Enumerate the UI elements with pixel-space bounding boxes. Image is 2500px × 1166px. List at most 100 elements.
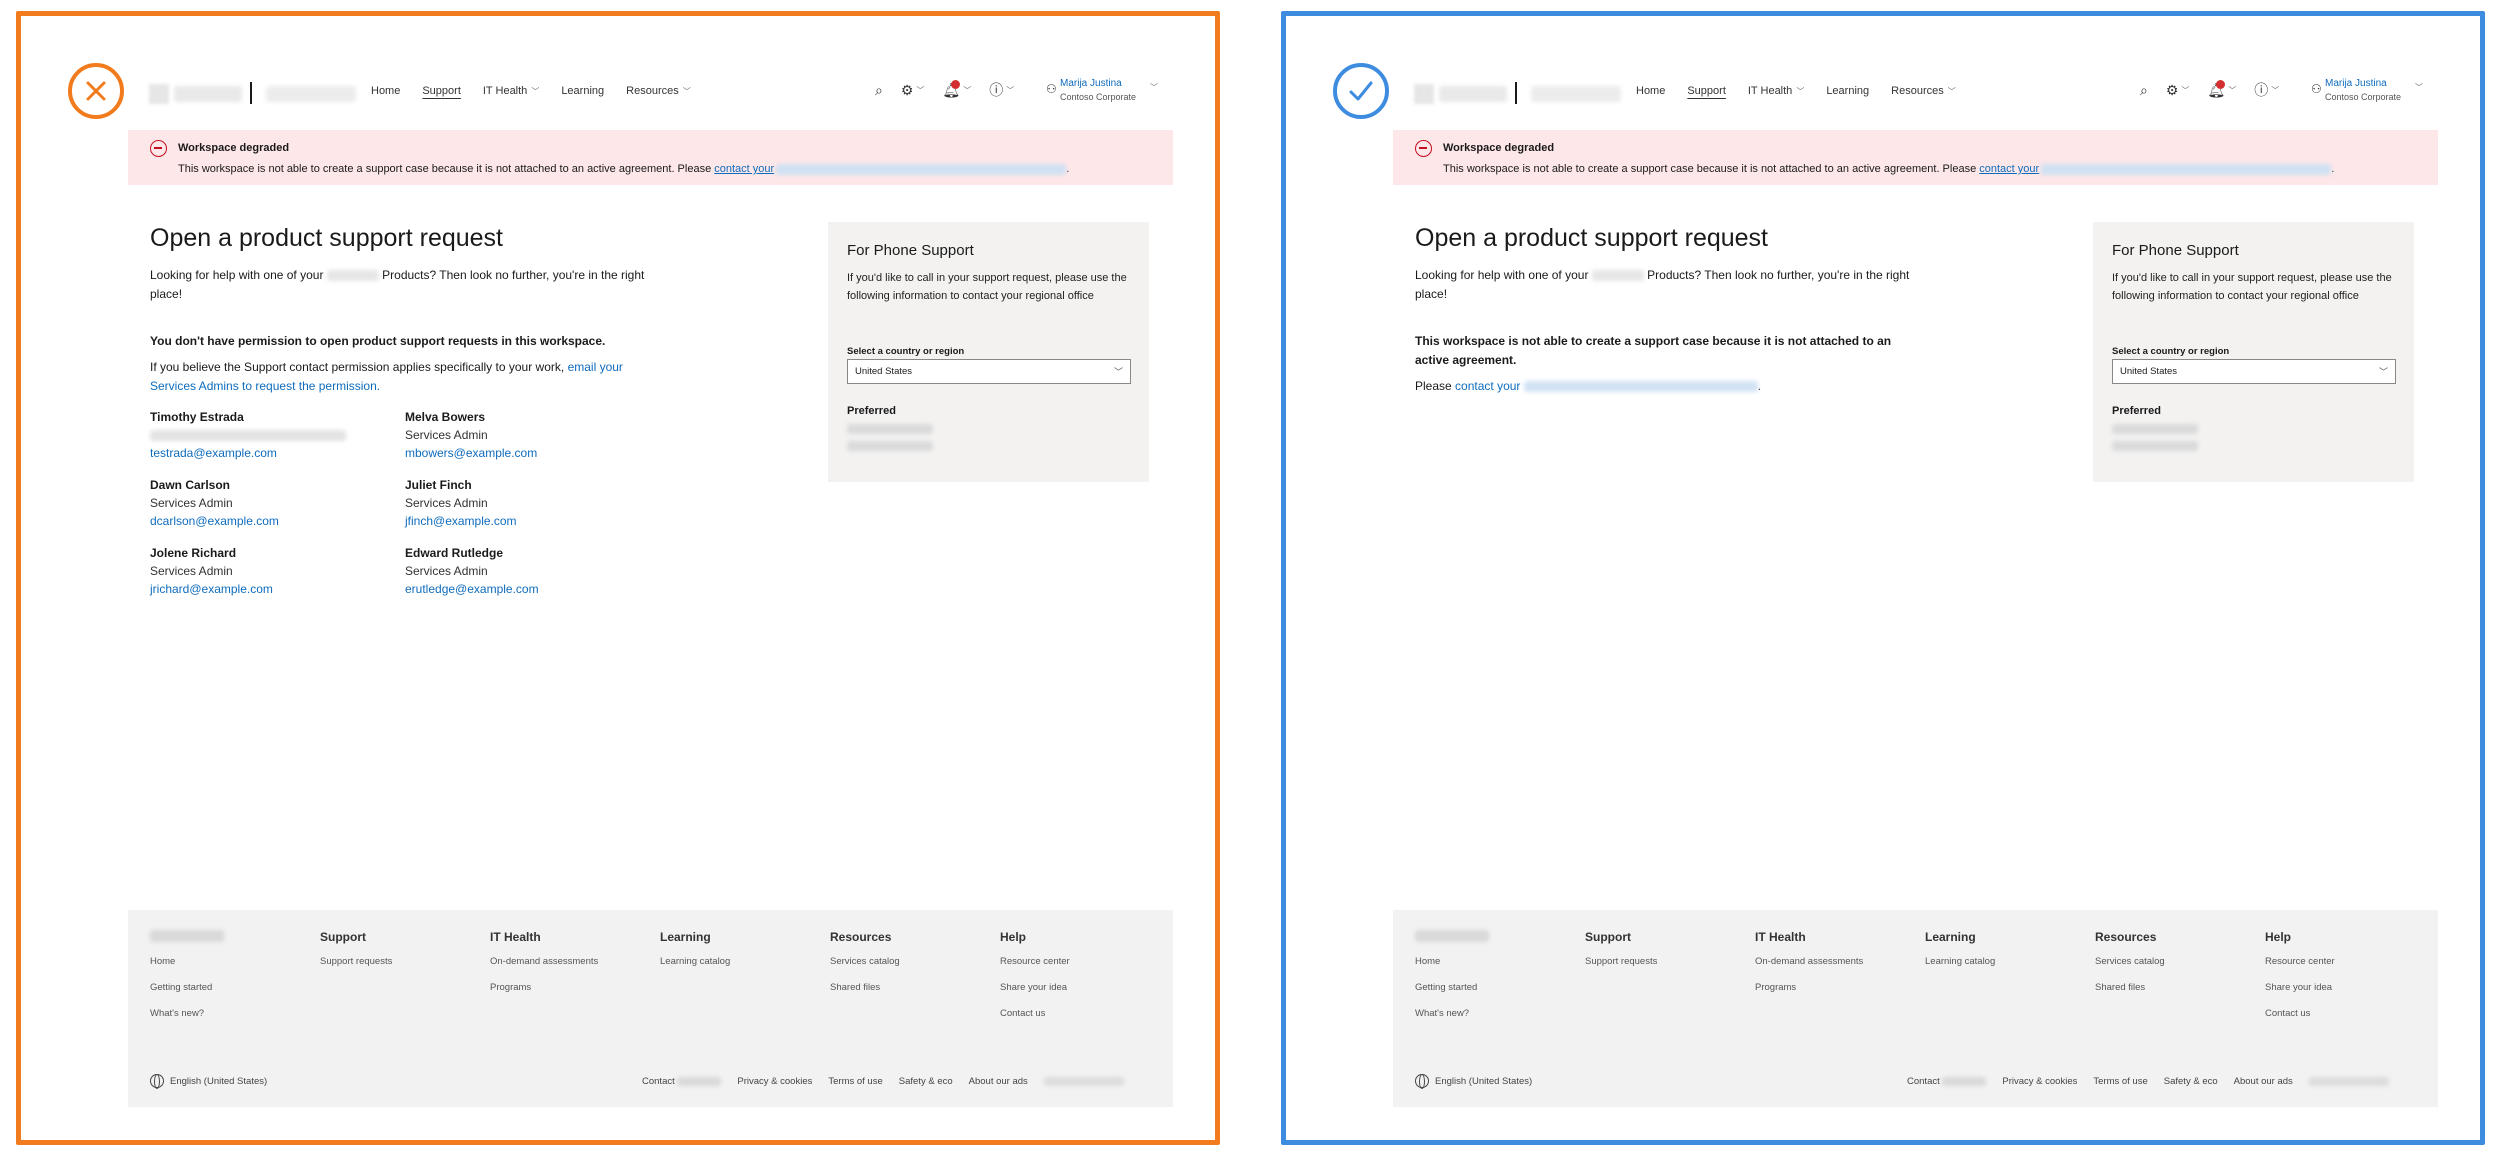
footer-link[interactable]: Share your idea xyxy=(2265,982,2335,1008)
footer-heading: Learning xyxy=(1925,930,1976,944)
nav-item-learning[interactable]: Learning xyxy=(561,85,604,97)
admin-contact: Jolene Richard Services Admin jrichard@exa… xyxy=(150,544,400,598)
language-selector[interactable]: English (United States) xyxy=(1415,1074,1532,1089)
redacted-link-text[interactable] xyxy=(1523,381,1758,393)
chevron-down-icon: ﹀ xyxy=(1947,87,1956,96)
settings-icon[interactable]: ⚙ ﹀ xyxy=(901,82,925,99)
notifications-icon[interactable]: 🔔︎ ﹀ xyxy=(942,79,971,99)
correct-example-panel: Home Support IT Health ﹀ Learning Resources ﹀ … xyxy=(1281,11,2485,1145)
footer-legal-link[interactable]: About our ads xyxy=(969,1076,1028,1087)
admin-email-link[interactable]: jrichard@example.com xyxy=(150,580,400,598)
footer-link[interactable]: On-demand assessments xyxy=(490,956,598,982)
footer-link[interactable]: Learning catalog xyxy=(1925,956,1995,982)
admin-email-link[interactable]: jfinch@example.com xyxy=(405,512,655,530)
banner-text: This workspace is not able to create a s… xyxy=(178,163,1070,175)
nav-item-home[interactable]: Home xyxy=(371,85,400,97)
footer-link[interactable]: Contact us xyxy=(1000,1008,1070,1034)
footer-link[interactable]: Programs xyxy=(1755,982,1863,1008)
footer-legal-link[interactable]: Privacy & cookies xyxy=(737,1076,812,1087)
nav-item-learning[interactable]: Learning xyxy=(1826,85,1869,97)
agreement-message: This workspace is not able to create a s… xyxy=(1415,334,1892,367)
nav-item-resources[interactable]: Resources ﹀ xyxy=(1891,85,1956,97)
footer-link[interactable]: Home xyxy=(1415,956,1477,982)
admin-name: Juliet Finch xyxy=(405,478,472,492)
admin-email-link[interactable]: dcarlson@example.com xyxy=(150,512,400,530)
country-select[interactable]: United States ﹀ xyxy=(847,359,1131,384)
error-icon xyxy=(1415,140,1432,157)
nav-item-it-health[interactable]: IT Health ﹀ xyxy=(1748,85,1804,97)
footer-link[interactable]: On-demand assessments xyxy=(1755,956,1863,982)
workspace-degraded-banner: Workspace degraded This workspace is not… xyxy=(1393,130,2438,185)
banner-text: This workspace is not able to create a s… xyxy=(1443,163,2335,175)
preferred-label: Preferred xyxy=(2112,405,2161,417)
footer-legal-link[interactable]: Terms of use xyxy=(2093,1076,2147,1087)
footer-link[interactable]: What's new? xyxy=(1415,1008,1477,1034)
nav-item-it-health[interactable]: IT Health ﹀ xyxy=(483,85,539,97)
footer-legal-link[interactable]: Safety & eco xyxy=(2164,1076,2218,1087)
redacted-link-text[interactable] xyxy=(2041,163,2332,175)
admin-email-link[interactable]: testrada@example.com xyxy=(150,444,400,462)
search-icon[interactable]: ⌕ xyxy=(875,82,883,99)
settings-icon[interactable]: ⚙ ﹀ xyxy=(2166,82,2190,99)
banner-contact-link[interactable]: contact your xyxy=(714,163,774,175)
footer-legal-link[interactable]: Contact xyxy=(642,1076,722,1087)
footer-link[interactable]: Home xyxy=(150,956,212,982)
admin-email-link[interactable]: erutledge@example.com xyxy=(405,580,655,598)
chevron-down-icon: ﹀ xyxy=(2181,85,2190,95)
footer-legal-link[interactable]: About our ads xyxy=(2234,1076,2293,1087)
footer-link[interactable]: Getting started xyxy=(150,982,212,1008)
redacted-link-text[interactable] xyxy=(776,163,1067,175)
footer-link[interactable]: Share your idea xyxy=(1000,982,1070,1008)
globe-icon xyxy=(150,1074,164,1089)
contact-link[interactable]: contact your xyxy=(1455,379,1520,393)
footer-link[interactable]: Services catalog xyxy=(2095,956,2165,982)
footer-link[interactable]: Services catalog xyxy=(830,956,900,982)
help-icon[interactable]: ⓘ ﹀ xyxy=(2254,80,2279,100)
footer-link[interactable]: Shared files xyxy=(830,982,900,1008)
nav-item-home[interactable]: Home xyxy=(1636,85,1665,97)
chevron-down-icon: ﹀ xyxy=(1113,367,1123,377)
check-icon xyxy=(1333,63,1389,119)
footer-link[interactable]: Getting started xyxy=(1415,982,1477,1008)
nav-item-resources[interactable]: Resources ﹀ xyxy=(626,85,691,97)
footer-column: Help Resource center Share your idea Contac… xyxy=(1000,930,1070,1034)
footer-legal-link[interactable]: Contact xyxy=(1907,1076,1987,1087)
footer-column: Home Getting started What's new? xyxy=(1415,930,1477,1034)
redacted-role xyxy=(150,430,346,442)
x-icon xyxy=(68,63,124,119)
admin-role: Services Admin xyxy=(405,428,488,442)
footer-link[interactable]: Support requests xyxy=(1585,956,1657,982)
portal-page: Home Support IT Health ﹀ Learning Resources ﹀ … xyxy=(128,66,1173,1107)
language-selector[interactable]: English (United States) xyxy=(150,1074,267,1089)
search-icon[interactable]: ⌕ xyxy=(2140,82,2148,99)
country-select-label: Select a country or region xyxy=(847,346,965,357)
brand-logo[interactable] xyxy=(1414,84,1434,104)
error-icon xyxy=(150,140,167,157)
nav-item-support[interactable]: Support xyxy=(422,85,461,97)
footer-link[interactable]: Resource center xyxy=(2265,956,2335,982)
brand-logo[interactable] xyxy=(149,84,169,104)
footer-legal-link[interactable]: Safety & eco xyxy=(899,1076,953,1087)
footer-legal-link[interactable]: Terms of use xyxy=(828,1076,882,1087)
nav-item-support[interactable]: Support xyxy=(1687,85,1726,97)
admin-contact: Melva Bowers Services Admin mbowers@exampl… xyxy=(405,408,655,462)
notification-badge xyxy=(951,79,961,89)
footer-legal-link[interactable]: Privacy & cookies xyxy=(2002,1076,2077,1087)
footer-link[interactable]: Contact us xyxy=(2265,1008,2335,1034)
footer-link[interactable]: Resource center xyxy=(1000,956,1070,982)
footer-column: Resources Services catalog Shared files xyxy=(2095,930,2165,1008)
footer-link[interactable]: Learning catalog xyxy=(660,956,730,982)
phone-support-card: For Phone Support If you'd like to call … xyxy=(2093,222,2414,482)
notifications-icon[interactable]: 🔔︎ ﹀ xyxy=(2207,79,2236,99)
footer-link[interactable]: What's new? xyxy=(150,1008,212,1034)
footer-link[interactable]: Programs xyxy=(490,982,598,1008)
footer-legal-links: Contact Privacy & cookies Terms of use Saf… xyxy=(1907,1076,2389,1087)
help-icon[interactable]: ⓘ ﹀ xyxy=(989,80,1014,100)
admin-email-link[interactable]: mbowers@example.com xyxy=(405,444,655,462)
footer-link[interactable]: Support requests xyxy=(320,956,392,982)
banner-contact-link[interactable]: contact your xyxy=(1979,163,2039,175)
country-select[interactable]: United States ﹀ xyxy=(2112,359,2396,384)
footer-link[interactable]: Shared files xyxy=(2095,982,2165,1008)
user-org: Contoso Corporate xyxy=(1060,92,1137,102)
contact-instruction: Please contact your . xyxy=(1415,379,1762,393)
